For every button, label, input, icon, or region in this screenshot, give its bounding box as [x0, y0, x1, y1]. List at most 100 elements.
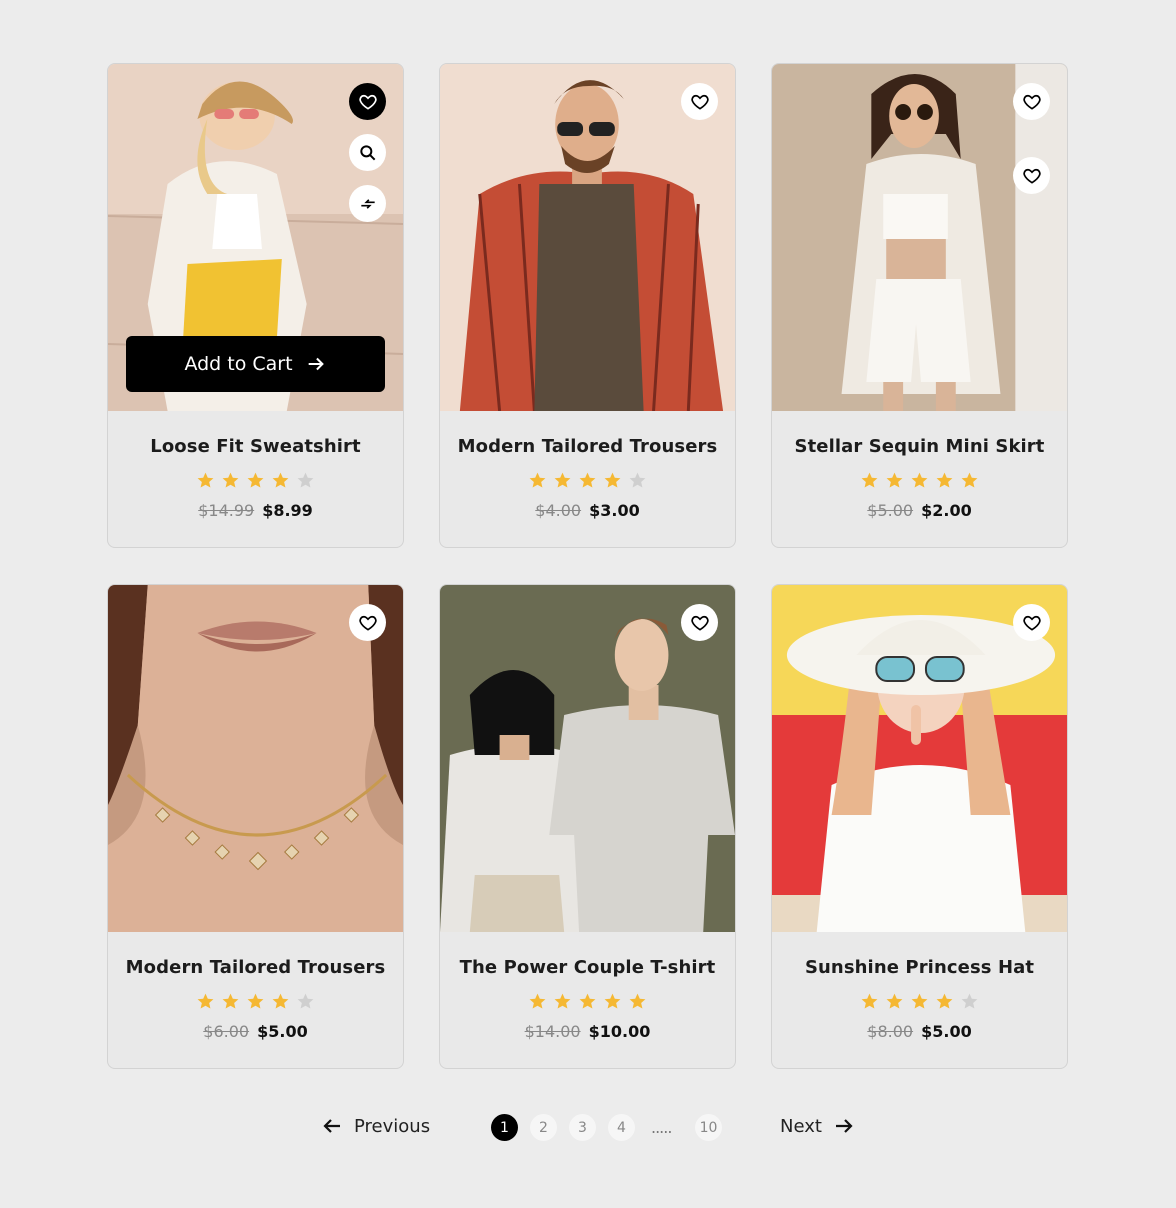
- wishlist-button[interactable]: [1013, 604, 1050, 641]
- page-1[interactable]: 1: [491, 1114, 518, 1141]
- product-title[interactable]: Modern Tailored Trousers: [440, 436, 735, 457]
- page-10[interactable]: 10: [695, 1114, 722, 1141]
- star-filled-icon: [886, 993, 903, 1009]
- compare-arrows-icon: [360, 198, 375, 209]
- product-image[interactable]: [108, 585, 403, 932]
- product-card[interactable]: Modern Tailored Trousers $4.00 $3.00: [439, 63, 736, 548]
- product-title[interactable]: Sunshine Princess Hat: [772, 957, 1067, 978]
- original-price: $4.00: [535, 501, 582, 520]
- star-filled-icon: [911, 472, 928, 488]
- star-filled-icon: [936, 993, 953, 1009]
- star-filled-icon: [529, 472, 546, 488]
- add-to-cart-label: Add to Cart: [184, 353, 293, 375]
- sale-price: $5.00: [257, 1022, 308, 1041]
- star-filled-icon: [197, 993, 214, 1009]
- star-filled-icon: [579, 472, 596, 488]
- arrow-left-icon: [323, 1119, 340, 1133]
- product-title[interactable]: Modern Tailored Trousers: [108, 957, 403, 978]
- star-filled-icon: [272, 472, 289, 488]
- price: $14.99 $8.99: [108, 501, 403, 520]
- sale-price: $3.00: [589, 501, 640, 520]
- sale-price: $2.00: [921, 501, 972, 520]
- product-image[interactable]: Add to Cart: [108, 64, 403, 411]
- original-price: $14.00: [524, 1022, 581, 1041]
- heart-icon: [1022, 168, 1041, 184]
- product-title[interactable]: Loose Fit Sweatshirt: [108, 436, 403, 457]
- star-filled-icon: [579, 993, 596, 1009]
- product-card[interactable]: Modern Tailored Trousers $6.00 $5.00: [107, 584, 404, 1069]
- product-image[interactable]: [440, 64, 735, 411]
- star-empty-icon: [297, 472, 314, 488]
- previous-label: Previous: [354, 1115, 431, 1137]
- star-filled-icon: [629, 993, 646, 1009]
- star-filled-icon: [529, 993, 546, 1009]
- star-empty-icon: [629, 472, 646, 488]
- original-price: $14.99: [198, 501, 255, 520]
- compare-button[interactable]: [349, 185, 386, 222]
- product-card[interactable]: Sunshine Princess Hat $8.00 $5.00: [771, 584, 1068, 1069]
- arrow-right-icon: [835, 1119, 853, 1133]
- star-filled-icon: [247, 472, 264, 488]
- page-2[interactable]: 2: [530, 1114, 557, 1141]
- product-title[interactable]: The Power Couple T-shirt: [440, 957, 735, 978]
- star-filled-icon: [554, 993, 571, 1009]
- star-rating: [772, 471, 1067, 491]
- pagination: Previous 1 2 3 4 ..... 10 Next: [0, 1108, 1176, 1148]
- star-filled-icon: [222, 993, 239, 1009]
- heart-icon: [358, 615, 377, 631]
- sale-price: $8.99: [262, 501, 313, 520]
- product-grid: Add to Cart Loose Fit Sweatshirt $14.99 $…: [107, 63, 1069, 1069]
- sale-price: $10.00: [588, 1022, 651, 1041]
- page-3[interactable]: 3: [569, 1114, 596, 1141]
- heart-icon: [690, 615, 709, 631]
- star-filled-icon: [247, 993, 264, 1009]
- product-image[interactable]: [772, 64, 1067, 411]
- next-label: Next: [780, 1115, 822, 1137]
- price: $5.00 $2.00: [772, 501, 1067, 520]
- search-icon: [359, 144, 375, 160]
- star-filled-icon: [197, 472, 214, 488]
- product-card[interactable]: Add to Cart Loose Fit Sweatshirt $14.99 $…: [107, 63, 404, 548]
- star-empty-icon: [297, 993, 314, 1009]
- next-page-button[interactable]: Next: [780, 1114, 856, 1138]
- star-rating: [440, 471, 735, 491]
- wishlist-button[interactable]: [349, 83, 386, 120]
- price: $8.00 $5.00: [772, 1022, 1067, 1041]
- sale-price: $5.00: [921, 1022, 972, 1041]
- add-to-cart-button[interactable]: Add to Cart: [126, 336, 385, 392]
- price: $6.00 $5.00: [108, 1022, 403, 1041]
- star-rating: [108, 471, 403, 491]
- star-filled-icon: [886, 472, 903, 488]
- star-filled-icon: [272, 993, 289, 1009]
- star-empty-icon: [961, 993, 978, 1009]
- quick-view-button[interactable]: [349, 134, 386, 171]
- wishlist-button[interactable]: [1013, 157, 1050, 194]
- wishlist-button[interactable]: [349, 604, 386, 641]
- star-filled-icon: [961, 472, 978, 488]
- star-filled-icon: [554, 472, 571, 488]
- wishlist-button[interactable]: [1013, 83, 1050, 120]
- heart-icon: [1022, 94, 1041, 110]
- star-filled-icon: [936, 472, 953, 488]
- star-rating: [108, 992, 403, 1012]
- heart-icon: [1022, 615, 1041, 631]
- product-image[interactable]: [772, 585, 1067, 932]
- pagination-ellipsis: .....: [651, 1118, 672, 1137]
- original-price: $8.00: [867, 1022, 914, 1041]
- star-filled-icon: [604, 472, 621, 488]
- star-filled-icon: [861, 993, 878, 1009]
- product-card[interactable]: Stellar Sequin Mini Skirt $5.00 $2.00: [771, 63, 1068, 548]
- star-filled-icon: [604, 993, 621, 1009]
- star-filled-icon: [222, 472, 239, 488]
- product-image[interactable]: [440, 585, 735, 932]
- wishlist-button[interactable]: [681, 604, 718, 641]
- previous-page-button[interactable]: Previous: [320, 1114, 430, 1138]
- page-4[interactable]: 4: [608, 1114, 635, 1141]
- heart-icon: [358, 94, 377, 110]
- heart-icon: [690, 94, 709, 110]
- original-price: $6.00: [203, 1022, 250, 1041]
- star-rating: [772, 992, 1067, 1012]
- wishlist-button[interactable]: [681, 83, 718, 120]
- product-card[interactable]: The Power Couple T-shirt $14.00 $10.00: [439, 584, 736, 1069]
- product-title[interactable]: Stellar Sequin Mini Skirt: [772, 436, 1067, 457]
